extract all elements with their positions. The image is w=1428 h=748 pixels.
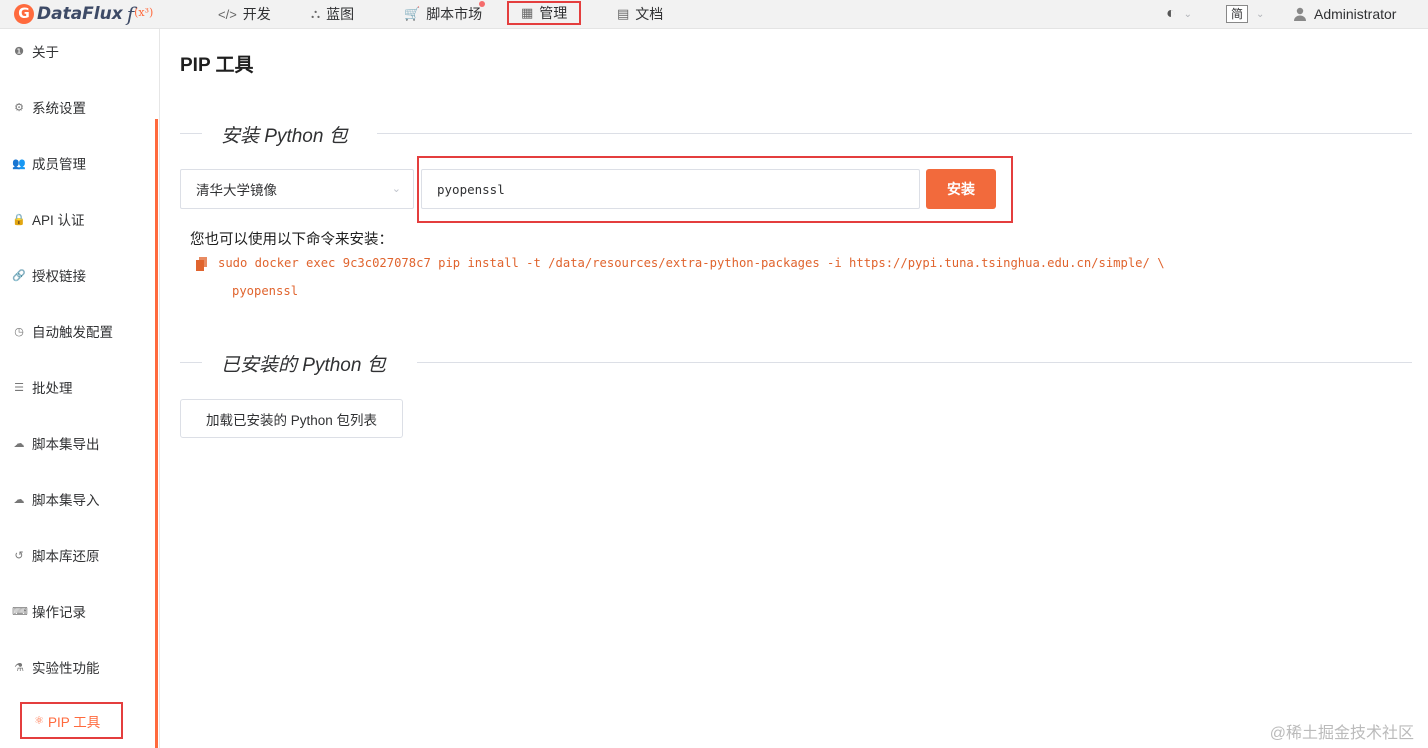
- flask-icon: ⚗: [14, 661, 24, 674]
- page-title: PIP 工具: [180, 55, 254, 76]
- sidebar-item-label: API 认证: [32, 213, 85, 228]
- nav-docs-label: 文档: [635, 6, 664, 22]
- nav-manage[interactable]: ▦ 管理: [507, 1, 582, 25]
- sidebar-item-label: 脚本集导出: [32, 437, 100, 452]
- code-icon: </>: [218, 6, 237, 22]
- sidebar-item-label: 关于: [32, 45, 59, 60]
- installed-section-title: 已安装的 Python 包: [221, 355, 386, 376]
- keyboard-icon: ⌨: [12, 605, 28, 618]
- sidebar-item-label: 授权链接: [32, 269, 86, 284]
- logo-icon: G: [14, 4, 34, 24]
- package-name-input[interactable]: [421, 169, 920, 209]
- sidebar-item-label: 操作记录: [32, 605, 86, 620]
- chevron-down-icon: ⌄: [1183, 8, 1193, 20]
- notification-dot: [479, 1, 485, 7]
- nav-develop-label: 开发: [242, 6, 271, 22]
- logo-function-mark: f(x³): [126, 2, 154, 26]
- watermark: @稀土掘金技术社区: [1269, 725, 1414, 742]
- nav-script-market[interactable]: 🛒 脚本市场: [404, 0, 482, 28]
- copy-icon[interactable]: [196, 257, 208, 271]
- sidebar-item-pip-tool[interactable]: ⚛ PIP 工具: [20, 702, 123, 739]
- section-divider: [417, 362, 1412, 363]
- sidebar-item-label: 实验性功能: [32, 661, 100, 676]
- command-hint: 您也可以使用以下命令来安装：: [190, 232, 393, 248]
- theme-icon: ◐: [1166, 5, 1176, 22]
- language-label: 简: [1226, 5, 1249, 23]
- nav-develop[interactable]: </> 开发: [218, 0, 271, 28]
- cubes-icon: ⚛: [34, 715, 44, 727]
- sidebar-item-members[interactable]: 👥 成员管理: [12, 152, 86, 174]
- info-icon: ❶: [14, 45, 24, 58]
- sidebar-item-label: 成员管理: [32, 157, 86, 172]
- top-navbar: G DataFlux f(x³) </> 开发 ⛬ 蓝图 🛒 脚本市场 ▦ 管理…: [0, 0, 1428, 29]
- install-command-line: sudo docker exec 9c3c027078c7 pip instal…: [218, 256, 1165, 270]
- section-divider: [180, 362, 202, 363]
- install-section-title: 安装 Python 包: [221, 126, 348, 147]
- sidebar-item-label: 自动触发配置: [32, 325, 113, 340]
- sidebar-item-script-import[interactable]: ☁ 脚本集导入: [12, 488, 100, 510]
- sidebar-item-script-restore[interactable]: ↺ 脚本库还原: [12, 544, 100, 566]
- nav-manage-label: 管理: [539, 5, 568, 21]
- theme-switch[interactable]: ◐ ⌄: [1166, 0, 1192, 28]
- sidebar-item-crontab[interactable]: ◷ 自动触发配置: [12, 320, 113, 342]
- user-menu[interactable]: Administrator: [1292, 0, 1396, 28]
- clock-icon: ◷: [14, 325, 24, 338]
- sidebar-item-api-auth[interactable]: 🔒 API 认证: [12, 208, 85, 230]
- history-icon: ↺: [14, 549, 24, 562]
- book-icon: ▤: [617, 6, 630, 21]
- mirror-select-value: 清华大学镜像: [196, 183, 277, 198]
- lock-icon: 🔒: [12, 213, 26, 226]
- language-switch[interactable]: 简 ⌄: [1226, 0, 1264, 28]
- sidebar-item-label: 系统设置: [32, 101, 86, 116]
- sidebar-item-experimental[interactable]: ⚗ 实验性功能: [12, 656, 100, 678]
- app-logo[interactable]: G DataFlux f(x³): [14, 2, 154, 26]
- user-icon: [1294, 7, 1306, 21]
- nav-docs[interactable]: ▤ 文档: [617, 0, 663, 28]
- nav-blueprint-label: 蓝图: [326, 6, 355, 22]
- install-button[interactable]: 安装: [926, 169, 996, 209]
- cloud-upload-icon: ☁: [13, 437, 25, 450]
- sidebar-item-label: 脚本集导入: [32, 493, 100, 508]
- mirror-select[interactable]: 清华大学镜像 ⌄: [180, 169, 414, 209]
- sidebar-item-label: PIP 工具: [48, 714, 101, 730]
- sidebar-item-batch[interactable]: ☰ 批处理: [12, 376, 73, 398]
- chevron-down-icon: ⌄: [1256, 8, 1265, 20]
- gear-icon: ⚙: [14, 101, 24, 114]
- cloud-download-icon: ☁: [13, 493, 25, 506]
- nav-blueprint[interactable]: ⛬ 蓝图: [311, 0, 354, 28]
- sidebar-item-label: 脚本库还原: [32, 549, 100, 564]
- list-icon: ☰: [14, 381, 24, 394]
- cart-icon: 🛒: [404, 6, 421, 21]
- nav-script-market-label: 脚本市场: [426, 6, 483, 22]
- sidebar-item-operation-records[interactable]: ⌨ 操作记录: [12, 600, 86, 622]
- install-command-package: pyopenssl: [232, 284, 299, 298]
- grid-icon: ▦: [521, 5, 534, 20]
- section-divider: [180, 133, 202, 134]
- chevron-down-icon: ⌄: [391, 183, 401, 195]
- logo-text: DataFlux: [37, 4, 123, 24]
- sidebar-item-about[interactable]: ❶ 关于: [12, 40, 59, 62]
- sidebar-item-system-settings[interactable]: ⚙ 系统设置: [12, 96, 86, 118]
- sidebar-scroll-indicator: [155, 119, 158, 748]
- section-divider: [377, 133, 1412, 134]
- blueprint-icon: ⛬: [311, 6, 321, 21]
- users-icon: 👥: [12, 157, 26, 170]
- sidebar-item-label: 批处理: [32, 381, 73, 396]
- link-icon: 🔗: [12, 269, 26, 282]
- sidebar-item-script-export[interactable]: ☁ 脚本集导出: [12, 432, 100, 454]
- user-name: Administrator: [1314, 6, 1397, 22]
- sidebar-item-auth-links[interactable]: 🔗 授权链接: [12, 264, 86, 286]
- load-installed-packages-button[interactable]: 加载已安装的 Python 包列表: [180, 399, 403, 438]
